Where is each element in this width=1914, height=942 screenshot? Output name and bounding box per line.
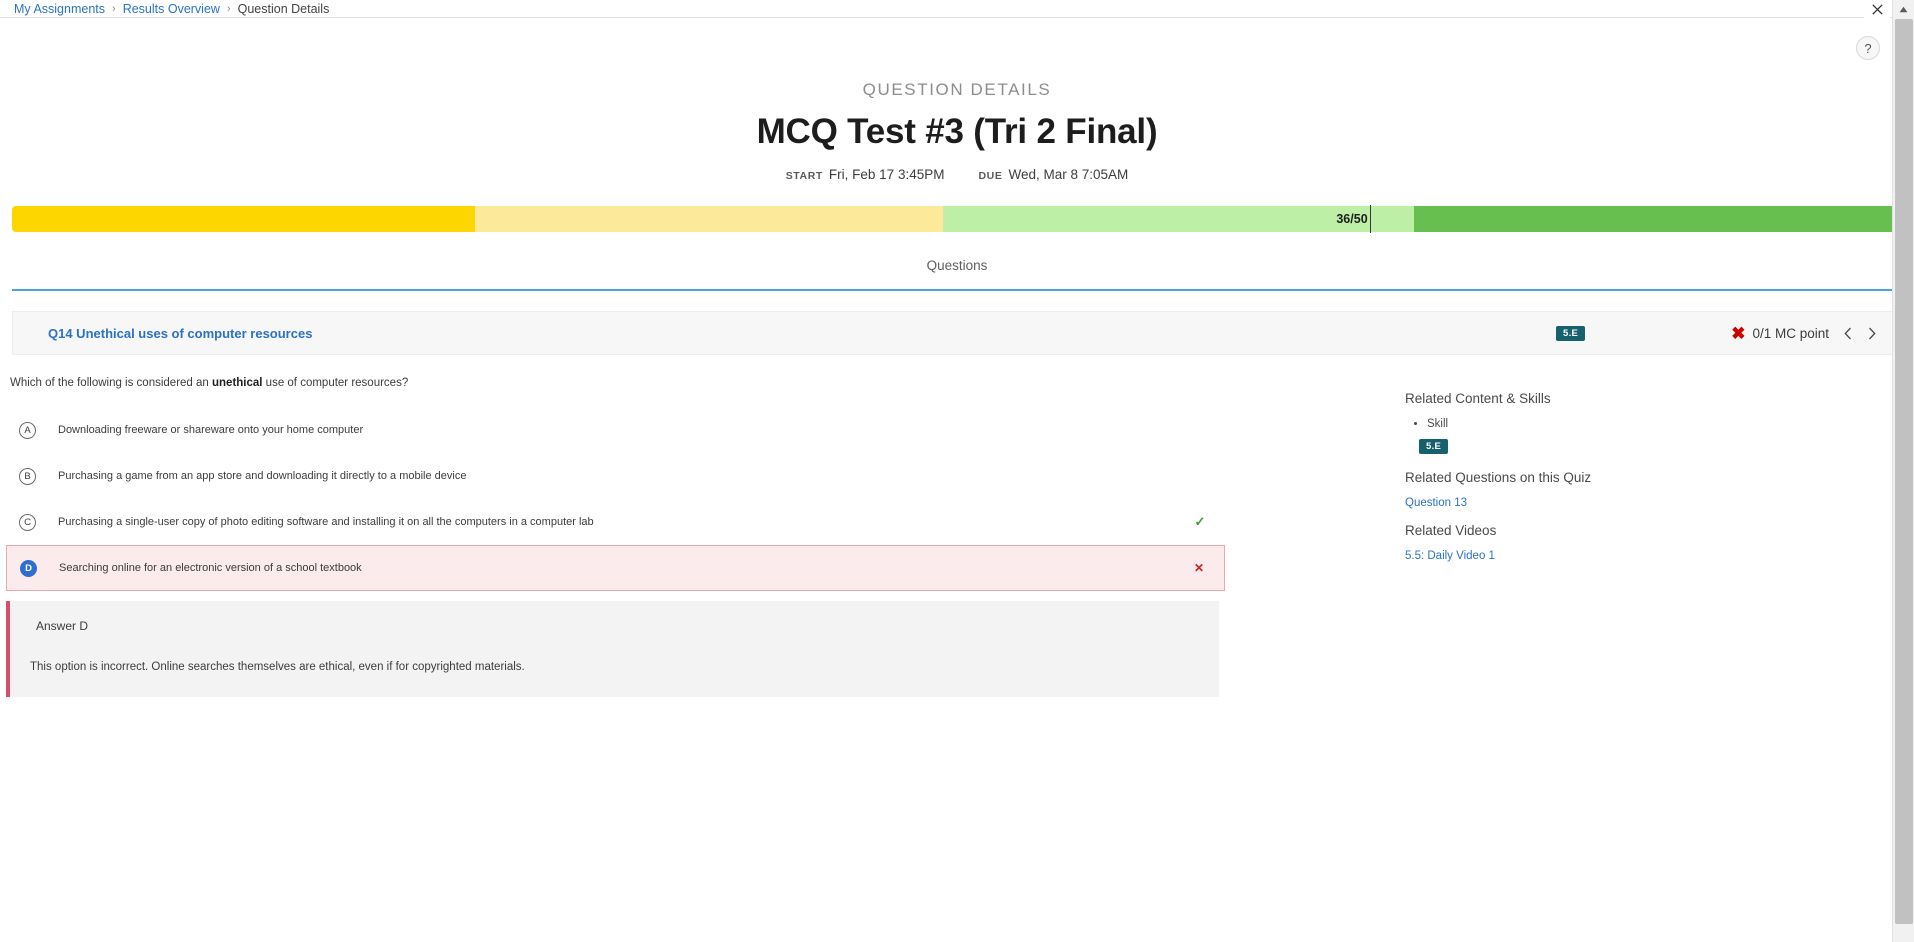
answer-explanation: Answer D This option is incorrect. Onlin… [6, 601, 1219, 697]
progress-segment-low [12, 206, 476, 232]
assignment-dates: START Fri, Feb 17 3:45PM DUE Wed, Mar 8 … [0, 167, 1914, 182]
question-details-page: My Assignments › Results Overview › Ques… [0, 0, 1914, 942]
breadcrumb-item-my-assignments[interactable]: My Assignments [14, 3, 105, 16]
question-title-link[interactable]: Q14 Unethical uses of computer resources [48, 326, 312, 341]
start-value: Fri, Feb 17 3:45PM [828, 167, 945, 182]
tab-underline [12, 289, 1896, 291]
related-question-link[interactable]: Question 13 [1405, 497, 1896, 509]
answer-options: A Downloading freeware or shareware onto … [6, 407, 1225, 591]
progress-segments [12, 206, 1896, 232]
start-label: START [785, 170, 823, 182]
progress-segment-high [1413, 206, 1896, 232]
answer-option-b[interactable]: B Purchasing a game from an app store and… [6, 453, 1225, 499]
score-label: 36/50 [1336, 212, 1368, 226]
breadcrumb-bar: My Assignments › Results Overview › Ques… [0, 0, 1914, 18]
skill-list: Skill [1427, 418, 1896, 430]
explanation-body: This option is incorrect. Online searche… [30, 661, 525, 673]
score-marker-tick [1370, 205, 1372, 233]
page-scrollbar[interactable] [1892, 0, 1914, 942]
breadcrumb-item-question-details: Question Details [237, 1, 330, 16]
answer-option-d[interactable]: D Searching online for an electronic vers… [6, 545, 1225, 591]
breadcrumb-separator: › [226, 2, 231, 15]
breadcrumb-separator: › [112, 2, 116, 15]
option-marker-a: A [19, 421, 36, 439]
related-sidebar: Related Content & Skills Skill 5.E Relat… [1225, 377, 1896, 697]
due-value: Wed, Mar 8 7:05AM [1008, 167, 1129, 182]
question-content: Which of the following is considered an … [0, 355, 1896, 697]
question-prompt: Which of the following is considered an … [6, 377, 1225, 389]
close-icon[interactable] [1864, 0, 1890, 18]
breadcrumb-divider [0, 17, 1892, 18]
answer-option-c[interactable]: C Purchasing a single-user copy of photo … [6, 499, 1225, 545]
option-text: Downloading freeware or shareware onto y… [58, 424, 364, 436]
answer-option-a[interactable]: A Downloading freeware or shareware onto … [6, 407, 1225, 453]
page-header: QUESTION DETAILS MCQ Test #3 (Tri 2 Fina… [0, 18, 1914, 182]
explanation-title: Answer D [36, 619, 89, 633]
help-button[interactable]: ? [1856, 36, 1880, 60]
option-text: Purchasing a single-user copy of photo e… [58, 516, 594, 528]
sidebar-skill-chip-row: 5.E [1419, 436, 1896, 454]
due-label: DUE [978, 170, 1003, 182]
skill-badge[interactable]: 5.E [1556, 325, 1586, 341]
page-eyebrow: QUESTION DETAILS [862, 80, 1052, 99]
prompt-text-bold: unethical [212, 377, 263, 389]
question-navigation [1841, 323, 1879, 343]
score-progress-bar: 36/50 [12, 205, 1896, 233]
question-score-text: 0/1 MC point [1752, 325, 1829, 341]
tab-questions[interactable]: Questions [927, 258, 988, 273]
scroll-up-icon[interactable] [1893, 0, 1914, 18]
option-marker-b: B [19, 467, 36, 485]
question-score: ✖ 0/1 MC point [1731, 325, 1829, 342]
progress-segment-mid-low [475, 206, 943, 232]
option-text: Searching online for an electronic versi… [59, 562, 362, 574]
question-header-row: Q14 Unethical uses of computer resources… [12, 311, 1896, 355]
related-questions-heading: Related Questions on this Quiz [1405, 470, 1592, 485]
prompt-text-after: use of computer resources? [262, 377, 409, 389]
correct-check-icon: ✓ [1194, 514, 1206, 529]
related-video-link[interactable]: 5.5: Daily Video 1 [1405, 550, 1896, 562]
option-marker-d: D [20, 559, 37, 577]
option-text: Purchasing a game from an app store and … [58, 470, 467, 482]
incorrect-x-icon: ✕ [1193, 561, 1205, 575]
related-content-heading: Related Content & Skills [1405, 391, 1551, 406]
breadcrumb-item-results-overview[interactable]: Results Overview [123, 3, 220, 16]
related-videos-heading: Related Videos [1405, 523, 1497, 538]
sidebar-skill-badge[interactable]: 5.E [1419, 439, 1449, 454]
question-left-column: Which of the following is considered an … [0, 377, 1225, 697]
chevron-left-icon[interactable] [1841, 323, 1855, 343]
scrollbar-thumb[interactable] [1895, 19, 1913, 924]
x-mark-icon: ✖ [1731, 323, 1746, 343]
option-marker-c: C [19, 513, 36, 531]
skill-list-item: Skill [1427, 418, 1896, 430]
chevron-right-icon[interactable] [1865, 323, 1879, 343]
prompt-text-before: Which of the following is considered an [10, 377, 212, 389]
page-title: MCQ Test #3 (Tri 2 Final) [756, 112, 1158, 151]
tab-bar: Questions [0, 258, 1914, 291]
